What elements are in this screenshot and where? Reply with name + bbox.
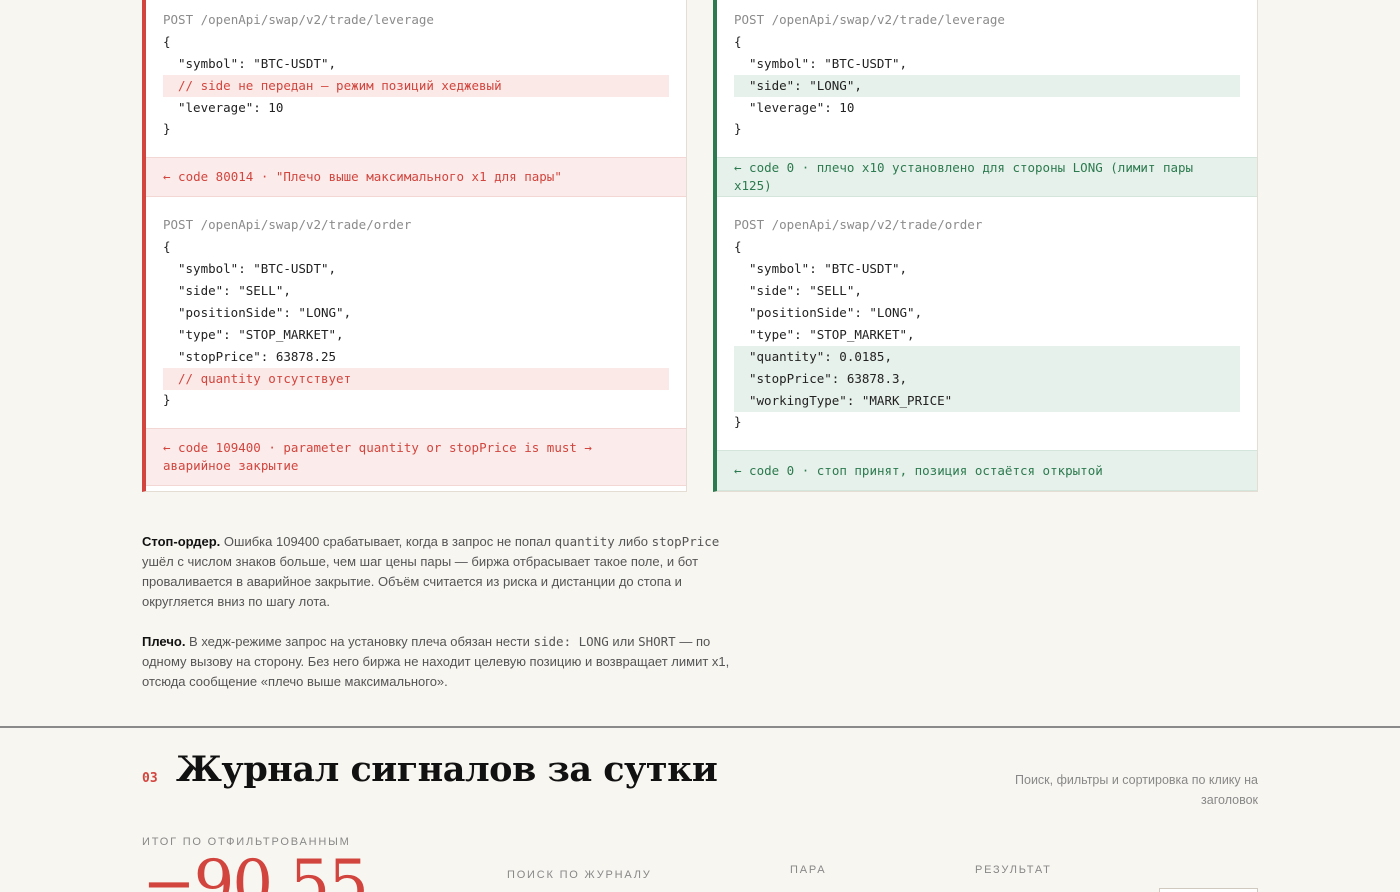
section-hint: Поиск, фильтры и сортировка по клику на …	[1015, 773, 1258, 807]
leverage-request-code: POST /openApi/swap/v2/trade/leverage { "…	[734, 9, 1240, 139]
leverage-response: ← code 0 · плечо x10 установлено для сто…	[717, 157, 1257, 197]
note-leverage: Плечо. В хедж-режиме запрос на установку…	[142, 632, 732, 692]
code-line: {	[734, 239, 742, 254]
code-line: "symbol": "BTC-USDT",	[178, 56, 337, 71]
note-stop-order: Стоп-ордер. Ошибка 109400 срабатывает, к…	[142, 532, 732, 612]
code-line-highlight: "side": "LONG",	[734, 75, 1240, 97]
code-line: }	[734, 121, 742, 136]
leverage-response: ← code 80014 · "Плечо выше максимального…	[146, 157, 686, 197]
code-line: "positionSide": "LONG",	[178, 305, 352, 320]
code-line: }	[734, 414, 742, 429]
order-request-code: POST /openApi/swap/v2/trade/order { "sym…	[163, 214, 669, 410]
order-request-code: POST /openApi/swap/v2/trade/order { "sym…	[734, 214, 1240, 432]
code-line: {	[734, 34, 742, 49]
code-line: "type": "STOP_MARKET",	[749, 327, 915, 342]
inline-code: quantity	[554, 534, 615, 549]
summary-value: −90.55	[142, 847, 369, 892]
filter-reset-button[interactable]	[1159, 888, 1258, 892]
response-text: ← code 0 · плечо x10 установлено для сто…	[734, 160, 1194, 193]
code-line: "symbol": "BTC-USDT",	[749, 261, 908, 276]
note-text: ушёл с числом знаков больше, чем шаг цен…	[142, 554, 699, 609]
code-line-highlight: "workingType": "MARK_PRICE"	[734, 390, 1240, 412]
order-response: ← code 0 · стоп принят, позиция остаётся…	[717, 450, 1257, 491]
code-comment-highlight: // side не передан — режим позиций хедже…	[163, 75, 669, 97]
code-line: }	[163, 121, 171, 136]
section-title: Журнал сигналов за сутки	[176, 749, 718, 790]
code-line: "symbol": "BTC-USDT",	[749, 56, 908, 71]
inline-code: side: LONG	[533, 634, 609, 649]
endpoint: POST /openApi/swap/v2/trade/leverage	[734, 12, 1005, 27]
note-text: В хедж-режиме запрос на установку плеча …	[185, 634, 534, 649]
response-text: ← code 0 · стоп принят, позиция остаётся…	[734, 462, 1103, 478]
inline-code: SHORT	[638, 634, 676, 649]
response-text: ← code 109400 · parameter quantity or st…	[163, 440, 592, 473]
endpoint: POST /openApi/swap/v2/trade/order	[734, 217, 983, 232]
order-response: ← code 109400 · parameter quantity or st…	[146, 428, 686, 486]
endpoint: POST /openApi/swap/v2/trade/leverage	[163, 12, 434, 27]
code-line: "type": "STOP_MARKET",	[178, 327, 344, 342]
endpoint: POST /openApi/swap/v2/trade/order	[163, 217, 412, 232]
search-label: Поиск по журналу	[507, 869, 652, 881]
code-line: "positionSide": "LONG",	[749, 305, 923, 320]
section-number: 03	[142, 771, 158, 786]
explanation-notes: Стоп-ордер. Ошибка 109400 срабатывает, к…	[142, 532, 732, 712]
pair-filter-label: Пара	[790, 864, 827, 876]
result-filter-label: Результат	[975, 864, 1052, 876]
note-text: Ошибка 109400 срабатывает, когда в запро…	[220, 534, 555, 549]
code-line: {	[163, 34, 171, 49]
note-title: Стоп-ордер.	[142, 534, 221, 549]
inline-code: stopPrice	[651, 534, 720, 549]
note-text: либо	[614, 534, 652, 549]
code-line: "symbol": "BTC-USDT",	[178, 261, 337, 276]
code-line: "side": "SELL",	[178, 283, 291, 298]
code-line: }	[163, 392, 171, 407]
failing-requests-panel: POST /openApi/swap/v2/trade/leverage { "…	[142, 0, 687, 492]
section-divider	[0, 726, 1400, 728]
note-title: Плечо.	[142, 634, 186, 649]
fixed-requests-panel: POST /openApi/swap/v2/trade/leverage { "…	[713, 0, 1258, 492]
code-line: "side": "SELL",	[749, 283, 862, 298]
response-text: ← code 80014 · "Плечо выше максимального…	[163, 169, 562, 184]
code-line: "leverage": 10	[178, 100, 284, 115]
leverage-request-code: POST /openApi/swap/v2/trade/leverage { "…	[163, 9, 669, 139]
code-line-highlight: "stopPrice": 63878.3,	[734, 368, 1240, 390]
code-line-highlight: "quantity": 0.0185,	[734, 346, 1240, 368]
code-line: {	[163, 239, 171, 254]
code-line: "leverage": 10	[749, 100, 855, 115]
code-comment-highlight: // quantity отсутствует	[163, 368, 669, 390]
code-line: "stopPrice": 63878.25	[178, 349, 337, 364]
note-text: или	[608, 634, 639, 649]
